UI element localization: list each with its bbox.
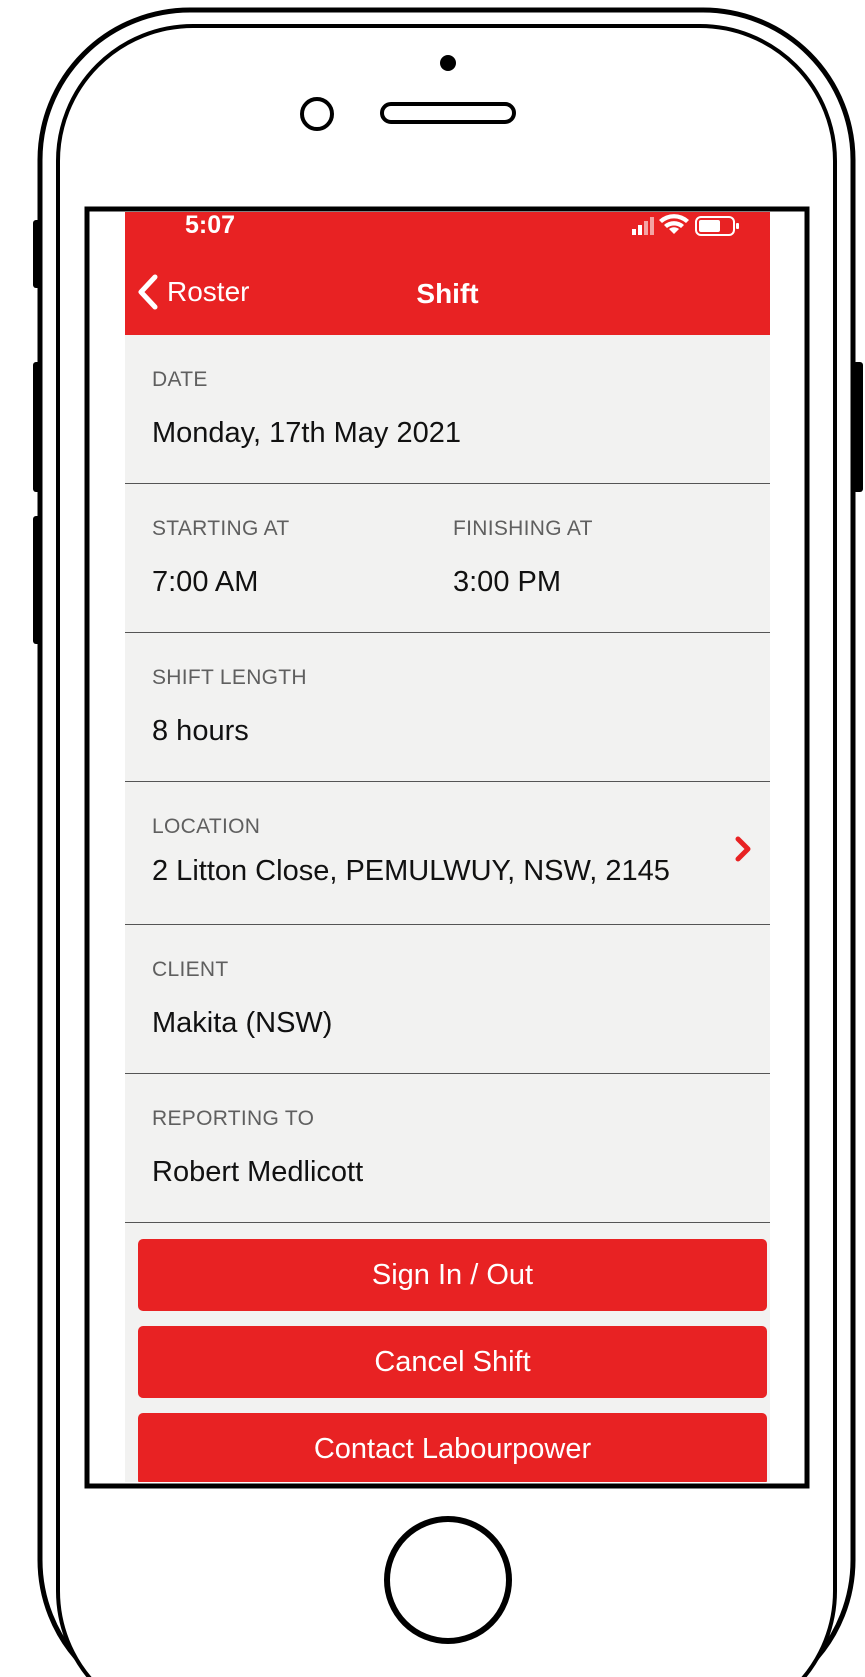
status-time: 5:07 (185, 212, 236, 239)
location-value: 2 Litton Close, PEMULWUY, NSW, 2145 (152, 855, 670, 887)
phone-mockup: 5:07 Roster Shift DATE Monday, 17th May … (0, 0, 865, 1677)
shift-length-value: 8 hours (152, 715, 249, 747)
location-label: LOCATION (152, 815, 261, 838)
status-icons (632, 214, 739, 236)
battery-icon (695, 216, 739, 236)
client-row: CLIENT Makita (NSW) (125, 925, 770, 1074)
finishing-at-label: FINISHING AT (453, 517, 593, 540)
app-screen: 5:07 Roster Shift DATE Monday, 17th May … (125, 212, 770, 1482)
location-row[interactable]: LOCATION 2 Litton Close, PEMULWUY, NSW, … (125, 782, 770, 925)
date-value: Monday, 17th May 2021 (152, 417, 461, 449)
cancel-shift-button[interactable]: Cancel Shift (138, 1326, 767, 1398)
status-bar: 5:07 (125, 212, 770, 250)
shift-length-label: SHIFT LENGTH (152, 666, 307, 689)
navigation-bar: Roster Shift (125, 250, 770, 335)
sign-in-out-button[interactable]: Sign In / Out (138, 1239, 767, 1311)
chevron-right-icon (735, 836, 751, 862)
client-label: CLIENT (152, 958, 229, 981)
date-label: DATE (152, 368, 208, 391)
proximity-sensor-icon (300, 97, 334, 131)
front-camera-icon (440, 55, 456, 71)
client-value: Makita (NSW) (152, 1007, 333, 1039)
starting-at-value: 7:00 AM (152, 566, 259, 598)
date-row: DATE Monday, 17th May 2021 (125, 335, 770, 484)
home-button[interactable] (384, 1516, 512, 1644)
contact-labourpower-button[interactable]: Contact Labourpower (138, 1413, 767, 1482)
reporting-to-label: REPORTING TO (152, 1107, 315, 1130)
cellular-signal-icon (632, 217, 654, 235)
earpiece-speaker-icon (380, 102, 516, 124)
shift-length-row: SHIFT LENGTH 8 hours (125, 633, 770, 782)
reporting-to-row: REPORTING TO Robert Medlicott (125, 1074, 770, 1223)
page-title: Shift (416, 278, 479, 309)
time-row: STARTING AT 7:00 AM FINISHING AT 3:00 PM (125, 484, 770, 633)
starting-at-label: STARTING AT (152, 517, 290, 540)
reporting-to-value: Robert Medlicott (152, 1156, 364, 1188)
finishing-at-value: 3:00 PM (453, 566, 561, 598)
wifi-icon (659, 214, 689, 234)
